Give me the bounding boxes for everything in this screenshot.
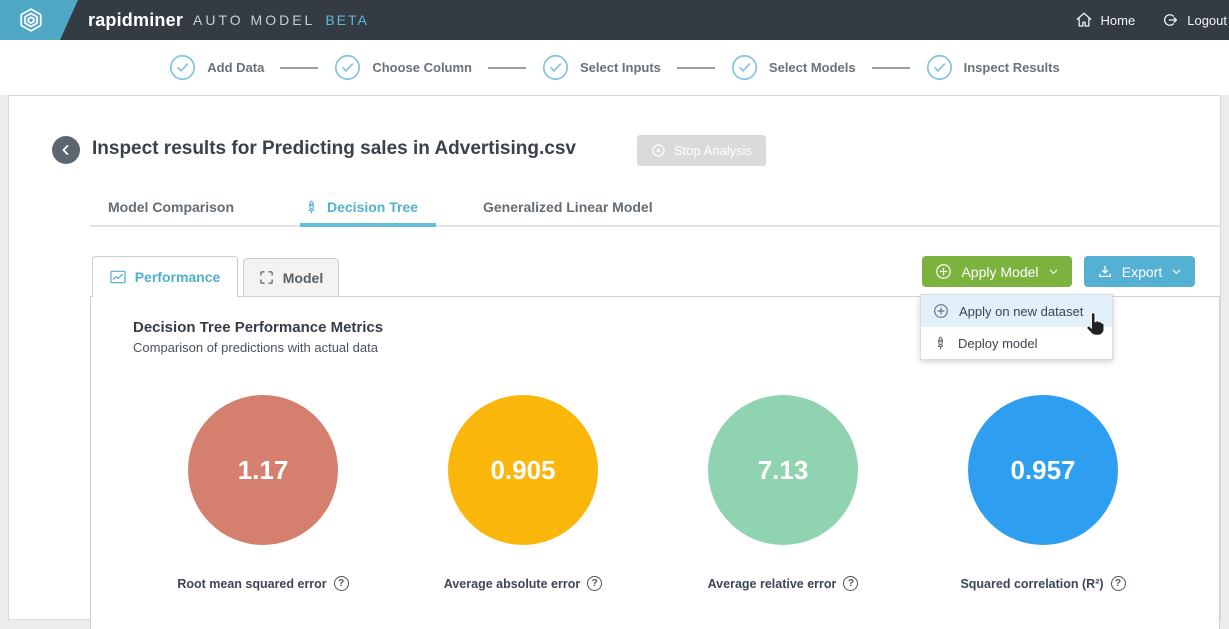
rocket-icon — [933, 335, 948, 351]
step-connector — [280, 67, 318, 69]
chevron-down-icon — [1048, 266, 1059, 277]
stop-analysis-icon — [651, 143, 666, 158]
step-select-models[interactable]: Select Models — [731, 54, 856, 81]
step-add-data[interactable]: Add Data — [169, 54, 264, 81]
step-label: Select Inputs — [580, 60, 661, 75]
rapidminer-logo-icon — [18, 7, 44, 33]
tab-label: Generalized Linear Model — [483, 199, 653, 215]
tab-label: Decision Tree — [327, 199, 418, 215]
beta-badge: BETA — [325, 12, 369, 28]
metric-label: Squared correlation (R²) ? — [913, 576, 1173, 591]
logout-icon — [1161, 11, 1179, 29]
product-name: AUTO MODEL — [193, 12, 315, 28]
tab-model[interactable]: Model — [243, 258, 339, 296]
metric-circle: 0.905 — [448, 395, 598, 545]
metric-label-text: Squared correlation (R²) — [960, 577, 1103, 591]
step-label: Select Models — [769, 60, 856, 75]
step-connector — [872, 67, 910, 69]
home-icon — [1075, 11, 1093, 29]
step-label: Choose Column — [372, 60, 472, 75]
wizard-steps: Add Data Choose Column Select Inputs Sel… — [0, 40, 1229, 95]
metric-label: Root mean squared error ? — [133, 576, 393, 591]
menu-item-deploy-model[interactable]: Deploy model — [921, 327, 1112, 359]
tab-performance[interactable]: Performance — [92, 256, 238, 297]
tab-decision-tree[interactable]: Decision Tree — [304, 199, 418, 215]
logout-label: Logout — [1187, 13, 1227, 28]
apply-model-button[interactable]: Apply Model — [922, 256, 1072, 287]
metric-value: 0.905 — [490, 455, 555, 486]
download-icon — [1097, 264, 1113, 280]
home-link[interactable]: Home — [1075, 11, 1136, 29]
step-connector — [677, 67, 715, 69]
home-label: Home — [1101, 13, 1136, 28]
metric-value: 0.957 — [1010, 455, 1075, 486]
chart-line-icon — [110, 270, 126, 284]
topbar: rapidminer AUTO MODEL BETA Home Logout — [0, 0, 1229, 40]
step-inspect-results[interactable]: Inspect Results — [926, 54, 1060, 81]
metric-avg-relative-error: 7.13 Average relative error ? — [653, 395, 913, 591]
export-button[interactable]: Export — [1084, 256, 1195, 287]
logout-link[interactable]: Logout — [1161, 11, 1227, 29]
tab-model-comparison[interactable]: Model Comparison — [108, 199, 234, 215]
menu-item-label: Apply on new dataset — [959, 304, 1083, 319]
tab-generalized-linear-model[interactable]: Generalized Linear Model — [483, 199, 653, 215]
help-icon[interactable]: ? — [1111, 576, 1126, 591]
metrics-title: Decision Tree Performance Metrics — [133, 319, 383, 336]
step-check-icon — [731, 54, 758, 81]
step-label: Inspect Results — [964, 60, 1060, 75]
apply-model-menu: Apply on new dataset Deploy model — [920, 294, 1113, 360]
metric-label-text: Average relative error — [708, 577, 837, 591]
step-check-icon — [926, 54, 953, 81]
view-tab-label: Performance — [135, 269, 221, 285]
menu-item-label: Deploy model — [958, 336, 1038, 351]
back-chevron-icon — [59, 143, 73, 157]
back-button[interactable] — [52, 136, 80, 164]
metric-circle: 7.13 — [708, 395, 858, 545]
rocket-icon — [304, 199, 319, 215]
metric-squared-correlation: 0.957 Squared correlation (R²) ? — [913, 395, 1173, 591]
step-check-icon — [334, 54, 361, 81]
menu-item-apply-on-new-dataset[interactable]: Apply on new dataset — [921, 295, 1112, 327]
topnav: Home Logout — [1075, 0, 1229, 40]
step-check-icon — [169, 54, 196, 81]
rapidminer-logo — [0, 0, 80, 40]
step-check-icon — [542, 54, 569, 81]
apply-model-label: Apply Model — [961, 264, 1038, 280]
metric-value: 1.17 — [238, 455, 289, 486]
metric-label: Average relative error ? — [653, 576, 913, 591]
help-icon[interactable]: ? — [843, 576, 858, 591]
metric-label-text: Average absolute error — [444, 577, 580, 591]
page-title: Inspect results for Predicting sales in … — [92, 138, 576, 160]
view-tab-label: Model — [283, 270, 323, 286]
export-label: Export — [1122, 264, 1162, 280]
step-select-inputs[interactable]: Select Inputs — [542, 54, 661, 81]
brand-line: rapidminer AUTO MODEL BETA — [88, 0, 369, 40]
chevron-down-icon — [1171, 266, 1182, 277]
metric-rmse: 1.17 Root mean squared error ? — [133, 395, 393, 591]
step-choose-column[interactable]: Choose Column — [334, 54, 472, 81]
step-label: Add Data — [207, 60, 264, 75]
metric-label-text: Root mean squared error — [177, 577, 326, 591]
metrics-header: Decision Tree Performance Metrics Compar… — [133, 319, 383, 355]
help-icon[interactable]: ? — [587, 576, 602, 591]
model-tabs-divider — [90, 225, 1220, 227]
metrics-subtitle: Comparison of predictions with actual da… — [133, 340, 383, 355]
step-connector — [488, 67, 526, 69]
help-icon[interactable]: ? — [334, 576, 349, 591]
metric-avg-absolute-error: 0.905 Average absolute error ? — [393, 395, 653, 591]
active-tab-underline — [300, 223, 436, 227]
metric-circle: 1.17 — [188, 395, 338, 545]
metric-value: 7.13 — [758, 455, 809, 486]
metric-circle: 0.957 — [968, 395, 1118, 545]
model-brackets-icon — [259, 270, 274, 285]
metric-label: Average absolute error ? — [393, 576, 653, 591]
plus-circle-icon — [933, 303, 949, 319]
stop-analysis-label: Stop Analysis — [674, 143, 752, 158]
tab-label: Model Comparison — [108, 199, 234, 215]
plus-circle-icon — [935, 263, 952, 280]
stop-analysis-button[interactable]: Stop Analysis — [637, 135, 766, 166]
brand-name: rapidminer — [88, 10, 183, 31]
